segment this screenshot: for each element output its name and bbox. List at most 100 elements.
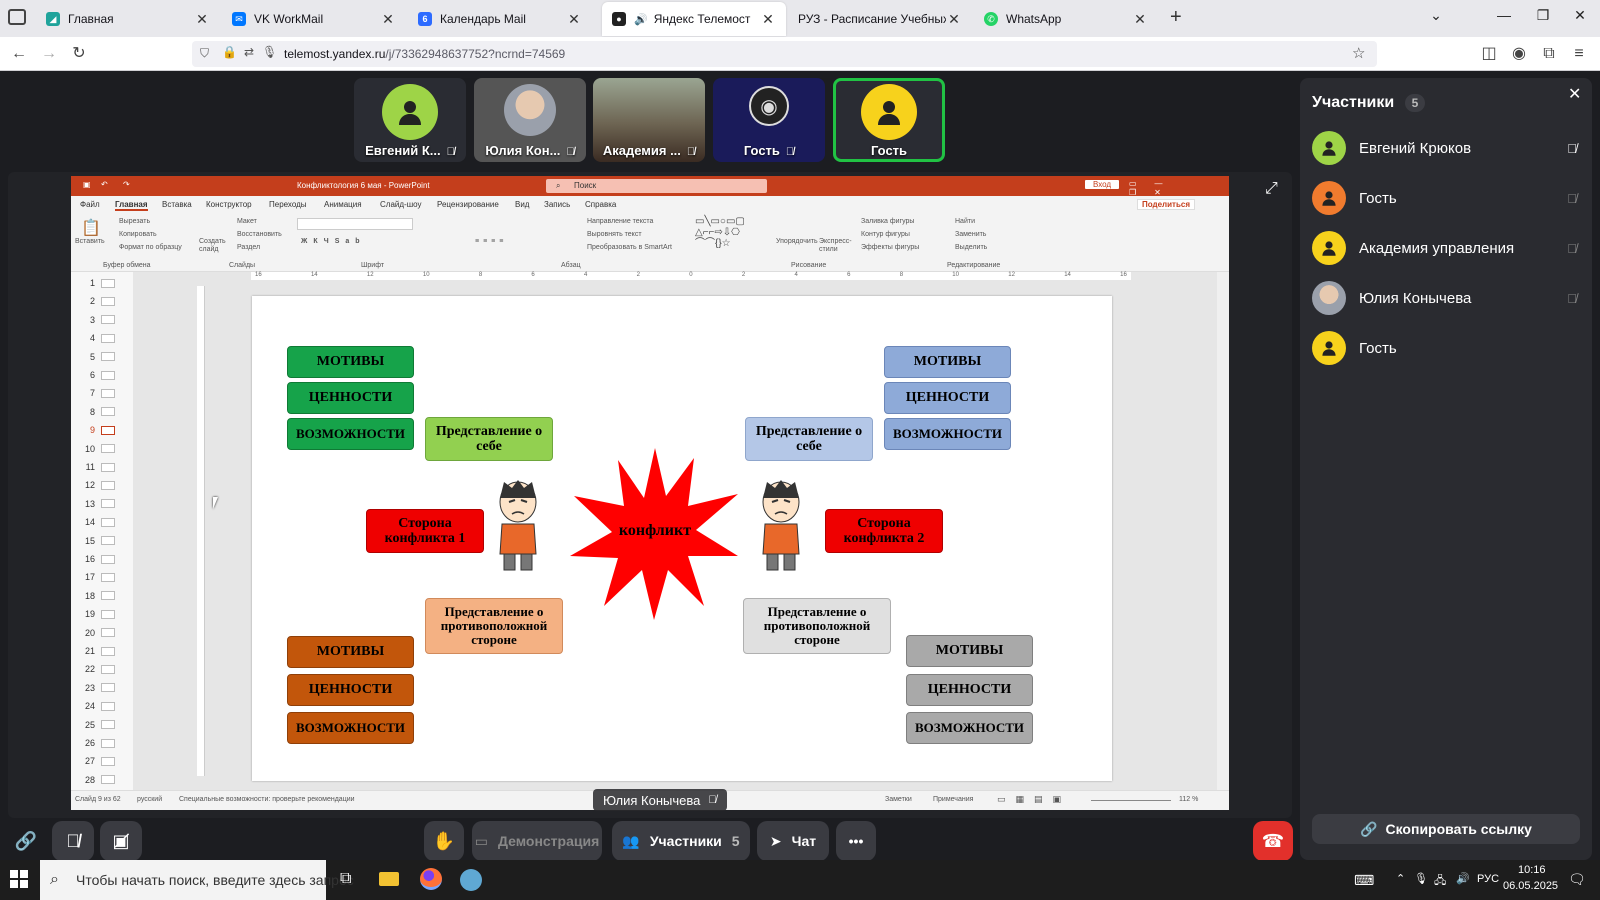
restore-icon[interactable]: ❐ [1533, 7, 1553, 24]
camera-toggle-button[interactable]: ▣̸ [100, 821, 142, 861]
search-icon: ⌕ [556, 181, 561, 190]
minimize-icon[interactable]: — [1494, 7, 1514, 23]
close-panel-icon[interactable]: ✕ [1568, 84, 1581, 104]
notifications-icon[interactable]: 🗨 [1568, 871, 1586, 888]
presenter-label: Юлия Конычева 🎙̸ [593, 789, 727, 811]
ruler-label: 14 [310, 272, 318, 278]
right-person-icon [762, 480, 800, 571]
phone-hangup-icon: ☎ [1261, 830, 1285, 851]
windows-start-icon[interactable] [10, 870, 28, 888]
account-icon[interactable]: ◉ [1508, 44, 1530, 64]
close-icon[interactable]: ✕ [1132, 11, 1148, 28]
slide-mini-preview [101, 536, 115, 546]
ribbon-label: Вырезать [119, 218, 151, 225]
tab-glavnaya[interactable]: ◢ Главная ✕ [36, 2, 220, 36]
video-tile[interactable]: Юлия Кон... 🎙̸ [474, 78, 586, 162]
slide-number: 25 [84, 719, 95, 730]
forward-icon[interactable]: → [38, 44, 60, 64]
mic-off-icon: 🎙̸ [1567, 290, 1577, 306]
participant-row[interactable]: Академия управления 🎙̸ [1312, 230, 1580, 266]
video-tile[interactable]: Академия ... 🎙̸ [593, 78, 705, 162]
hang-up-button[interactable]: ☎ [1253, 821, 1293, 861]
participant-row[interactable]: Гость [1312, 330, 1580, 366]
ppt-tab: Переходы [269, 200, 307, 209]
close-icon[interactable]: ✕ [380, 11, 396, 28]
slide-number: 2 [89, 296, 95, 307]
browser-tab-bar: ◢ Главная ✕ ✉ VK WorkMail ✕ 6 Календарь … [0, 0, 1600, 37]
slide-thumbnail: 5 [75, 350, 119, 364]
ribbon-group-label: Абзац [561, 262, 581, 269]
ribbon-label: Копировать [119, 231, 157, 238]
clock-time[interactable]: 10:16 [1518, 864, 1546, 876]
tab-overview-icon[interactable] [8, 9, 26, 25]
participants-button[interactable]: 👥 Участники 5 [612, 821, 750, 861]
shield-icon[interactable]: ⛉ [200, 46, 209, 61]
slide-thumbnail: 7 [75, 386, 119, 400]
participant-row[interactable]: Евгений Крюков 🎙̸ [1312, 130, 1580, 166]
ribbon-label: Упорядочить [776, 238, 818, 245]
firefox-icon[interactable] [420, 868, 442, 890]
paste-icon: 📋 [81, 220, 101, 237]
raise-hand-button[interactable]: ✋ [424, 821, 464, 861]
screen-share-button[interactable]: ▭ Демонстрация [472, 821, 602, 861]
participant-row[interactable]: Юлия Конычева 🎙̸ [1312, 280, 1580, 316]
tab-list-icon[interactable]: ⌄ [1426, 7, 1446, 24]
permissions-icon[interactable]: ⇄ [244, 45, 254, 59]
address-bar[interactable]: ⛉ 🔒 ⇄ 🎙 telemost.yandex.ru/j/73362948637… [192, 41, 1377, 67]
edu-icon: ◢ [46, 12, 60, 26]
slide-thumbnail: 12 [75, 478, 119, 492]
volume-icon[interactable]: 🔊 [1456, 872, 1470, 885]
lock-icon[interactable]: 🔒 [222, 45, 237, 59]
microphone-tray-icon[interactable]: 🎙 [1414, 872, 1428, 885]
menu-icon[interactable]: ≡ [1568, 44, 1590, 64]
video-tile[interactable]: ◉ Гость 🎙̸ [713, 78, 825, 162]
new-tab-button[interactable]: + [1170, 6, 1182, 29]
tab-telemost[interactable]: ● 🔊 Яндекс Телемост ✕ [602, 2, 786, 36]
taskbar-search-input[interactable]: ⌕ Чтобы начать поиск, введите здесь запр… [40, 860, 354, 900]
ppt-tab: Вставка [162, 200, 192, 209]
slide-thumbnail: 25 [75, 718, 119, 732]
reload-icon[interactable]: ↻ [68, 44, 90, 64]
font-box [297, 218, 413, 230]
pocket-icon[interactable]: ◫ [1478, 44, 1500, 64]
extensions-icon[interactable]: ⧉ [1538, 44, 1560, 64]
video-tile[interactable]: Евгений К... 🎙̸ [354, 78, 466, 162]
participant-name: Гость [870, 143, 908, 158]
ppt-tab: Файл [80, 200, 100, 209]
mic-toggle-button[interactable]: 🎙̸ [52, 821, 94, 861]
fullscreen-icon[interactable]: ⤢ [1265, 180, 1278, 198]
microphone-icon[interactable]: 🎙 [262, 45, 277, 59]
bookmark-star-icon[interactable]: ☆ [1352, 44, 1365, 62]
tab-calendar-mail[interactable]: 6 Календарь Mail ✕ [408, 2, 592, 36]
notes-button: Заметки [885, 796, 912, 803]
video-tile-active-speaker[interactable]: Гость [833, 78, 945, 162]
close-icon[interactable]: ✕ [760, 11, 776, 28]
tab-vk-workmail[interactable]: ✉ VK WorkMail ✕ [222, 2, 406, 36]
tab-ruz[interactable]: РУЗ - Расписание Учебных Занятий ✕ [788, 2, 972, 36]
participant-row[interactable]: Гость 🎙̸ [1312, 180, 1580, 216]
link-button[interactable]: 🔗 [6, 821, 46, 861]
language-indicator[interactable]: РУС [1477, 873, 1499, 885]
slide-mini-preview [101, 591, 115, 601]
task-view-icon[interactable]: ⧉ [340, 870, 351, 888]
slide-thumbnail: 9 [75, 423, 119, 437]
close-icon[interactable]: ✕ [946, 11, 962, 28]
tab-whatsapp[interactable]: ✆ WhatsApp ✕ [974, 2, 1158, 36]
slide-number: 13 [84, 498, 95, 509]
speaker-icon: 🔊 [634, 13, 648, 26]
keyboard-icon[interactable]: ⌨ [1354, 872, 1374, 889]
close-icon[interactable]: ✕ [194, 11, 210, 28]
copy-link-button[interactable]: 🔗 Скопировать ссылку [1312, 814, 1580, 844]
window-close-icon[interactable]: ✕ [1570, 7, 1590, 24]
slide-mini-preview [101, 333, 115, 343]
more-button[interactable]: ••• [836, 821, 876, 861]
green-motives: МОТИВЫ [287, 346, 414, 378]
tray-expand-icon[interactable]: ⌃ [1396, 872, 1405, 885]
file-explorer-icon[interactable] [379, 872, 399, 886]
telegram-like-icon[interactable] [460, 869, 482, 891]
clock-date[interactable]: 06.05.2025 [1503, 880, 1558, 892]
close-icon[interactable]: ✕ [566, 11, 582, 28]
back-icon[interactable]: ← [8, 44, 30, 64]
chat-button[interactable]: ➤ Чат [757, 821, 829, 861]
network-icon[interactable]: 🖧 [1434, 872, 1446, 891]
